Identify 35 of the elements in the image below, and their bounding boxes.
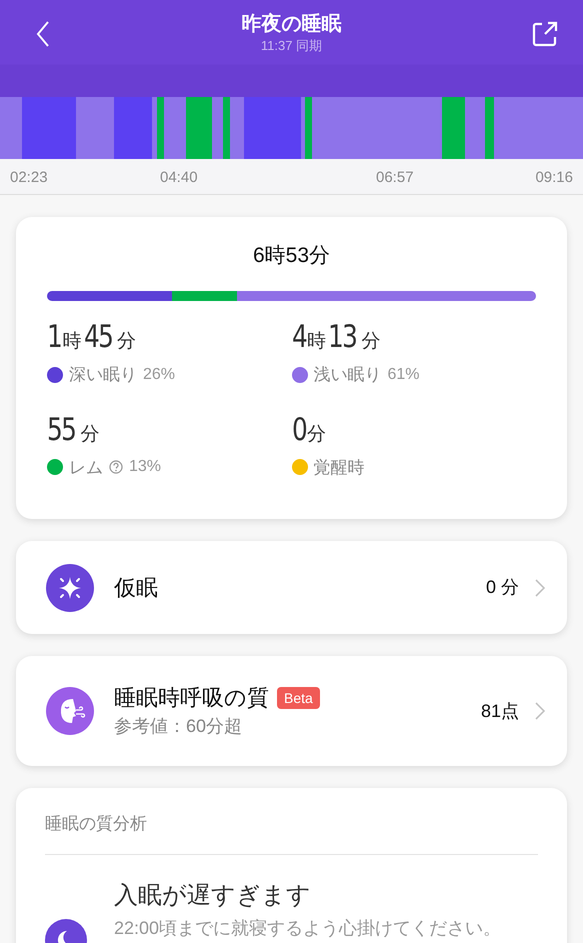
stage-duration: 0分 (292, 412, 328, 450)
insight-text: 22:00頃までに就寝するよう心掛けてください。 (114, 917, 502, 940)
stage-label: 浅い眠り (314, 364, 382, 386)
section-title: 睡眠の質分析 (45, 812, 538, 855)
detail-row[interactable]: 仮眠 0 分 (16, 541, 567, 634)
help-icon[interactable] (109, 460, 123, 474)
beta-badge: Beta (277, 687, 320, 709)
stage-duration: 55 分 (47, 412, 100, 450)
stage-percent: 13% (129, 457, 162, 478)
time-label: 06:57 (376, 168, 414, 188)
sync-time: 11:37 同期 (260, 38, 322, 54)
sparkle-icon (46, 564, 94, 612)
time-label: 02:23 (10, 168, 48, 188)
stage-percent: 61% (388, 364, 420, 385)
row-subtitle: 参考値：60分超 (114, 715, 244, 738)
page-title: 昨夜の睡眠 (242, 12, 342, 37)
row-title: 仮眠 (114, 574, 158, 602)
row-title: 睡眠時呼吸の質 (114, 684, 269, 712)
total-duration: 6時53分 (252, 243, 332, 269)
row-value: 0 分 (486, 576, 519, 599)
face-icon (46, 687, 94, 735)
stage-label: レム (69, 456, 103, 478)
share-button[interactable] (531, 20, 559, 48)
chevron-icon (535, 578, 545, 596)
stage-duration: 1時 45 分 (47, 319, 138, 357)
row-value: 81点 (480, 700, 519, 722)
time-label: 09:16 (535, 168, 573, 188)
detail-row[interactable]: 睡眠時呼吸の質 Beta 参考値：60分超 81点 (16, 656, 567, 766)
time-label: 04:40 (160, 168, 198, 188)
stage-duration: 4時 13 分 (292, 319, 382, 357)
stage-percent: 26% (143, 364, 176, 385)
stage-label: 深い眠り (69, 364, 137, 386)
chevron-icon (535, 702, 545, 720)
stage-label: 覚醒時 (314, 456, 364, 478)
insight-title: 入眠が遅すぎます (114, 881, 312, 911)
